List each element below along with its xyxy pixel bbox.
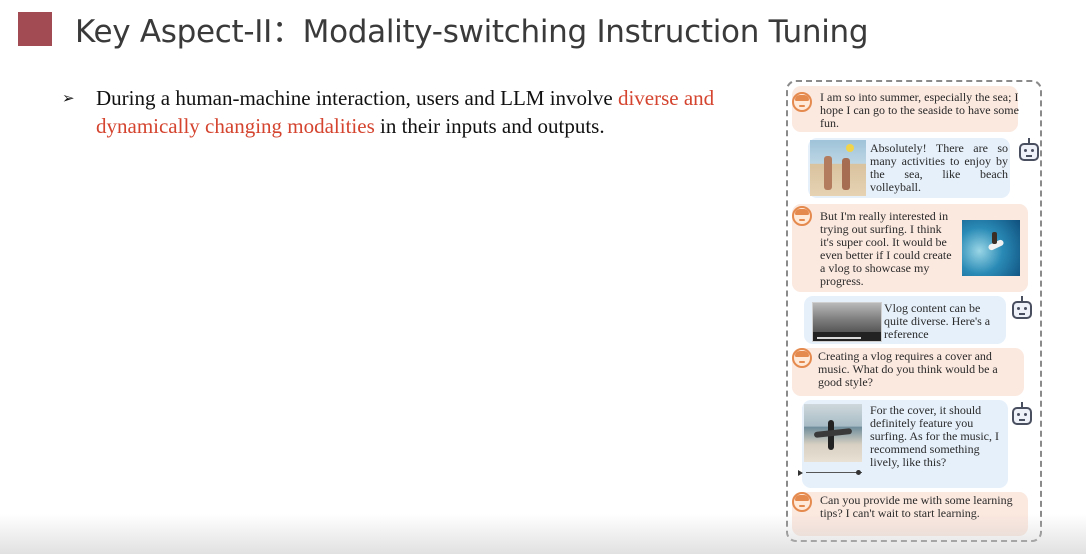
beach-volleyball-image bbox=[810, 140, 866, 196]
bullet-text: During a human-machine interaction, user… bbox=[96, 84, 756, 140]
user-avatar-icon bbox=[792, 206, 812, 226]
bot-avatar-icon bbox=[1019, 143, 1039, 161]
chat-message-text: But I'm really interested in trying out … bbox=[820, 209, 952, 288]
chat-message-text: Absolutely! There are so many activities… bbox=[870, 141, 1008, 194]
arrow-bullet-icon: ➢ bbox=[62, 89, 75, 107]
chat-message-text: For the cover, it should definitely feat… bbox=[870, 403, 999, 469]
slide-title: Key Aspect-II：Modality-switching Instruc… bbox=[75, 14, 869, 50]
chat-message-text: Creating a vlog requires a cover and mus… bbox=[818, 349, 998, 389]
user-avatar-icon bbox=[792, 348, 812, 368]
user-avatar-icon bbox=[792, 492, 812, 512]
surfer-cover-image bbox=[804, 404, 862, 462]
bot-avatar-icon bbox=[1012, 301, 1032, 319]
bullet-text-start: During a human-machine interaction, user… bbox=[96, 86, 618, 110]
bot-avatar-icon bbox=[1012, 407, 1032, 425]
chat-message-text: Vlog content can be quite diverse. Here'… bbox=[884, 301, 991, 341]
bullet-text-end: in their inputs and outputs. bbox=[374, 114, 605, 138]
music-player-bar[interactable] bbox=[798, 470, 866, 476]
chat-example-panel: I am so into summer, especially the sea;… bbox=[786, 80, 1042, 542]
chat-message-text: I am so into summer, especially the sea;… bbox=[820, 90, 1019, 130]
vlog-video-thumbnail bbox=[812, 302, 882, 342]
title-square-decoration bbox=[18, 12, 52, 46]
surfing-wave-image bbox=[962, 220, 1020, 276]
chat-message-text: Can you provide me with some learning ti… bbox=[820, 493, 1013, 520]
user-avatar-icon bbox=[792, 92, 812, 112]
